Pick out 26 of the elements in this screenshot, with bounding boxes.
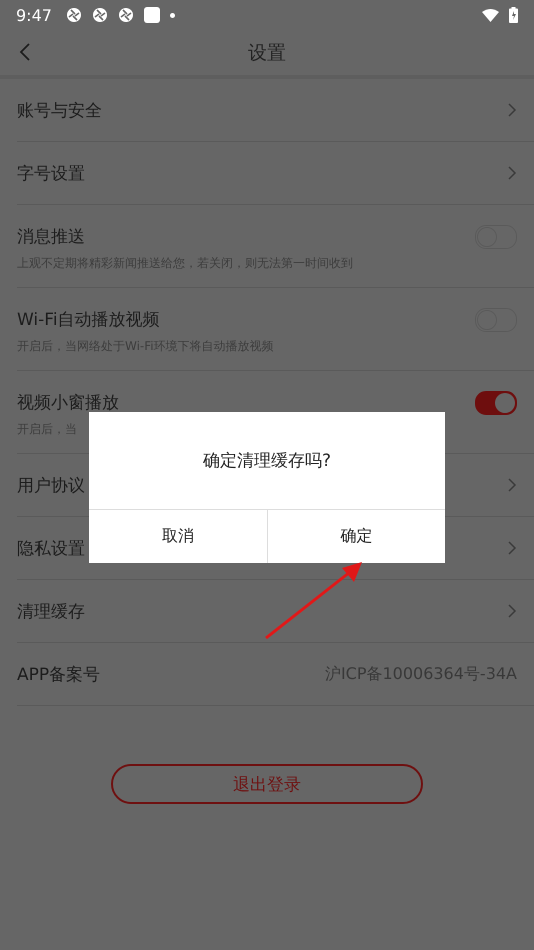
toggle-switch[interactable] [475, 390, 517, 414]
chevron-icon [507, 165, 517, 181]
setting-label: 用户协议 [17, 474, 86, 496]
setting-label: Wi-Fi自动播放视频 [17, 309, 161, 331]
setting-label: APP备案号 [17, 664, 102, 686]
status-time: 9:47 [16, 6, 52, 24]
dot-icon [170, 12, 175, 18]
chevron-icon [507, 603, 517, 619]
setting-label: 消息推送 [17, 226, 86, 248]
wifi-icon [482, 8, 499, 22]
dialog-message: 确定清理缓存吗? [202, 450, 332, 473]
aperture-icon [118, 7, 134, 23]
square-icon [144, 7, 160, 23]
setting-label: 账号与安全 [17, 100, 103, 122]
setting-label: 清理缓存 [17, 600, 86, 622]
setting-label: 隐私设置 [17, 538, 86, 560]
battery-icon [509, 7, 518, 23]
back-icon[interactable] [18, 42, 32, 62]
chevron-icon [507, 540, 517, 556]
chevron-icon [507, 102, 517, 118]
aperture-icon [92, 7, 108, 23]
page-title: 设置 [248, 40, 286, 66]
chevron-icon [507, 477, 517, 493]
setting-label: 字号设置 [17, 162, 86, 184]
aperture-icon [66, 7, 82, 23]
setting-label: 视频小窗播放 [17, 392, 120, 414]
